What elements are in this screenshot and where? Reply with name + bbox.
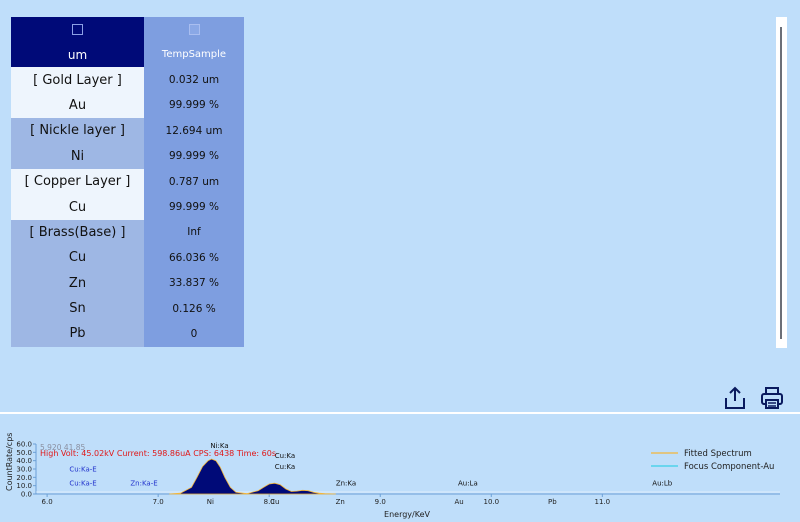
layer-element-name: Pb [11, 321, 144, 347]
x-tick-label: 6.0 [42, 498, 53, 506]
layer-element-name: [ Nickle layer ] [11, 118, 144, 144]
layer-element-value: 0.126 % [144, 295, 244, 322]
y-tick-label: 20.0 [16, 474, 32, 482]
peak-label: Cu:Ka-E [69, 466, 96, 474]
element-marker-label: Zn [336, 498, 345, 506]
y-axis-label: CountRate/cps [5, 433, 14, 491]
layer-element-name: Ni [11, 143, 144, 169]
peak-label: Cu:Ka-E [69, 480, 96, 488]
results-table: um TempSample[ Gold Layer ] 0.032 um Au 99.9… [11, 17, 244, 347]
spectrum-chart[interactable]: 0.010.020.030.040.050.060.0 6.0 7.0 8.0 9.0… [0, 414, 800, 522]
table-row[interactable]: Au 99.999 % [11, 92, 244, 119]
y-tick-label: 10.0 [16, 482, 32, 490]
x-tick-label: 11.0 [595, 498, 611, 506]
layer-element-value: 99.999 % [144, 194, 244, 220]
layer-element-value: Inf [144, 219, 244, 246]
layer-element-value: 66.036 % [144, 245, 244, 271]
layer-element-value: 0 [144, 321, 244, 347]
layer-element-value: 33.837 % [144, 270, 244, 296]
element-marker-label: Ni [207, 498, 214, 506]
x-axis-label: Energy/KeV [384, 510, 430, 519]
checkbox[interactable] [72, 24, 83, 35]
layer-element-name: Zn [11, 270, 144, 296]
layer-element-name: Cu [11, 194, 144, 220]
legend-entry: Focus Component-Au [684, 462, 774, 472]
table-row[interactable]: Sn 0.126 % [11, 295, 244, 322]
select-all-checkbox-cell[interactable] [11, 17, 144, 42]
peak-label: Zn:Ka-E [130, 480, 157, 488]
status-text: High Volt: 45.02kV Current: 598.86uA CPS… [40, 449, 276, 458]
unit-header: um [11, 42, 144, 68]
table-row[interactable]: [ Copper Layer ] 0.787 um [11, 168, 244, 195]
x-tick-label: 10.0 [483, 498, 499, 506]
element-marker-label: Pb [548, 498, 557, 506]
scrollbar-thumb[interactable] [780, 27, 782, 339]
table-row[interactable]: [ Gold Layer ] 0.032 um [11, 67, 244, 93]
legend-entry: Fitted Spectrum [684, 449, 752, 459]
table-row[interactable]: Ni 99.999 % [11, 143, 244, 169]
spectrum-area [169, 458, 336, 495]
table-row[interactable]: Zn 33.837 % [11, 270, 244, 296]
table-row[interactable]: Cu 66.036 % [11, 245, 244, 271]
layer-element-name: Cu [11, 245, 144, 271]
layer-element-name: Au [11, 92, 144, 119]
layer-element-name: Sn [11, 295, 144, 322]
layer-element-value: 0.787 um [144, 168, 244, 195]
layer-element-value: 99.999 % [144, 143, 244, 169]
peak-label: Au:Lb [652, 480, 672, 488]
table-row[interactable]: [ Brass(Base) ] Inf [11, 219, 244, 246]
element-marker-label: Au [454, 498, 463, 506]
y-tick-label: 60.0 [16, 441, 32, 449]
y-tick-label: 50.0 [16, 449, 32, 457]
printer-icon[interactable] [760, 386, 784, 410]
vertical-scrollbar[interactable] [776, 17, 787, 348]
peak-label: Cu:Ka [275, 463, 295, 471]
sample-name-header: TempSample [144, 42, 244, 68]
table-row[interactable]: Cu 99.999 % [11, 194, 244, 220]
x-tick-label: 7.0 [153, 498, 164, 506]
table-row[interactable]: [ Nickle layer ] 12.694 um [11, 118, 244, 144]
y-tick-label: 40.0 [16, 457, 32, 465]
layer-element-name: [ Copper Layer ] [11, 168, 144, 195]
checkbox[interactable] [188, 24, 200, 35]
table-row[interactable]: Pb 0 [11, 321, 244, 347]
layer-element-name: [ Gold Layer ] [11, 67, 144, 93]
peak-label: Zn:Ka [336, 480, 356, 488]
layer-element-value: 99.999 % [144, 92, 244, 119]
peak-label: Cu:Ka [275, 452, 295, 460]
export-icon[interactable] [723, 386, 747, 410]
legend: Fitted Spectrum Focus Component-Au [651, 449, 774, 472]
sample-checkbox-cell[interactable] [144, 17, 244, 42]
layer-element-value: 12.694 um [144, 118, 244, 144]
y-tick-label: 30.0 [16, 466, 32, 474]
element-marker-label: Cu [270, 498, 279, 506]
layer-element-name: [ Brass(Base) ] [11, 219, 144, 246]
x-tick-label: 9.0 [375, 498, 386, 506]
y-tick-label: 0.0 [21, 491, 32, 499]
layer-element-value: 0.032 um [144, 67, 244, 93]
peak-label: Au:La [458, 480, 478, 488]
